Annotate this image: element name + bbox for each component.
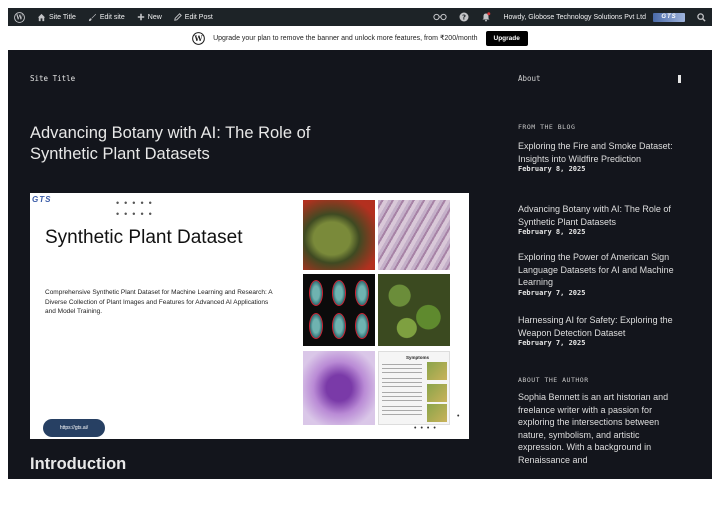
edit-post-menu[interactable]: Edit Post	[168, 8, 219, 26]
bell-icon	[482, 12, 491, 22]
about-the-author-heading: ABOUT THE AUTHOR	[518, 376, 589, 384]
featured-url-pill: https://gts.ai/	[43, 419, 105, 437]
nav-about-link[interactable]: About	[518, 74, 541, 83]
search-icon	[697, 12, 706, 22]
reader-glasses-icon	[433, 13, 448, 21]
blog-post-link[interactable]: Advancing Botany with AI: The Role of Sy…	[518, 203, 683, 228]
plant-photo-foliage	[378, 274, 450, 346]
search-menu[interactable]	[691, 8, 712, 26]
help-menu[interactable]: ?	[453, 8, 475, 26]
blog-post-link[interactable]: Harnessing AI for Safety: Exploring the …	[518, 314, 683, 339]
blog-post-date: February 8, 2025	[518, 165, 586, 173]
site-title-link: Site Title	[49, 13, 76, 21]
svg-text:W: W	[194, 34, 204, 43]
site-title[interactable]: Site Title	[30, 74, 75, 83]
wordpress-logo-icon: W	[192, 31, 205, 45]
featured-image: GTS ••••• ••••• Synthetic Plant Dataset C…	[30, 193, 469, 439]
edit-site-label: Edit site	[99, 13, 125, 21]
banner-text: Upgrade your plan to remove the banner a…	[213, 35, 478, 42]
section-heading-introduction: Introduction	[30, 455, 127, 473]
reader-menu[interactable]	[427, 8, 453, 26]
wordpress-logo-icon: W	[14, 11, 25, 23]
new-label: New	[147, 13, 162, 21]
blog-list-item[interactable]: Advancing Botany with AI: The Role of Sy…	[518, 203, 683, 236]
plant-photo-leaf-red	[303, 200, 375, 270]
decorative-dots-bottom: ••••	[414, 425, 440, 432]
notifications-menu[interactable]	[475, 8, 497, 26]
pencil-icon	[173, 13, 182, 21]
featured-description: Comprehensive Synthetic Plant Dataset fo…	[45, 289, 273, 315]
home-icon	[37, 13, 46, 21]
blog-list-item[interactable]: Exploring the Fire and Smoke Dataset: In…	[518, 140, 683, 173]
wordpress-menu[interactable]: W	[8, 8, 31, 26]
decorative-dots: ••••• •••••	[116, 198, 157, 219]
plant-photo-leaf-grid	[303, 274, 375, 346]
blog-post-date: February 7, 2025	[518, 339, 586, 347]
edit-post-label: Edit Post	[184, 13, 213, 21]
blog-list-item[interactable]: Harnessing AI for Safety: Exploring the …	[518, 314, 683, 347]
author-bio: Sophia Bennett is an art historian and f…	[518, 392, 669, 465]
blog-post-date: February 7, 2025	[518, 288, 586, 297]
site-content: Site Title About Advancing Botany with A…	[8, 50, 712, 479]
avatar: GTS	[653, 12, 685, 22]
blog-post-link[interactable]: Exploring the Power of American Sign Lan…	[518, 251, 683, 289]
symptoms-label: Symptoms	[406, 355, 430, 360]
svg-text:?: ?	[462, 14, 466, 22]
upgrade-button[interactable]: Upgrade	[485, 30, 528, 46]
featured-heading: Synthetic Plant Dataset	[45, 227, 243, 248]
plant-photo-leaf-veins	[378, 200, 450, 270]
decorative-dot: •	[457, 413, 460, 420]
new-content-menu[interactable]: New	[131, 8, 168, 26]
blog-list-item[interactable]: Exploring the Power of American Sign Lan…	[518, 251, 683, 297]
edit-site-menu[interactable]: Edit site	[82, 8, 131, 26]
from-the-blog-heading: FROM THE BLOG	[518, 123, 576, 131]
upgrade-banner: W Upgrade your plan to remove the banner…	[8, 26, 712, 50]
svg-text:W: W	[15, 14, 23, 21]
admin-bar: W Site Title Edit site New Edit Post ? H…	[8, 8, 712, 26]
howdy-label: Howdy, Globose Technology Solutions Pvt …	[503, 13, 646, 21]
admin-bar-right: ? Howdy, Globose Technology Solutions Pv…	[427, 8, 712, 26]
gts-logo: GTS	[32, 195, 52, 204]
menu-toggle-icon[interactable]	[678, 75, 681, 83]
blog-post-link[interactable]: Exploring the Fire and Smoke Dataset: In…	[518, 140, 683, 165]
site-title-menu[interactable]: Site Title	[31, 8, 82, 26]
brush-icon	[88, 13, 96, 21]
post-title: Advancing Botany with AI: The Role of Sy…	[30, 124, 311, 163]
blog-post-date: February 8, 2025	[518, 228, 586, 236]
symptoms-chart: Symptoms	[378, 351, 450, 425]
plant-photo-purple-leaf	[303, 351, 375, 425]
account-menu[interactable]: Howdy, Globose Technology Solutions Pvt …	[497, 8, 691, 26]
plus-icon	[137, 13, 144, 21]
help-icon: ?	[459, 12, 469, 22]
